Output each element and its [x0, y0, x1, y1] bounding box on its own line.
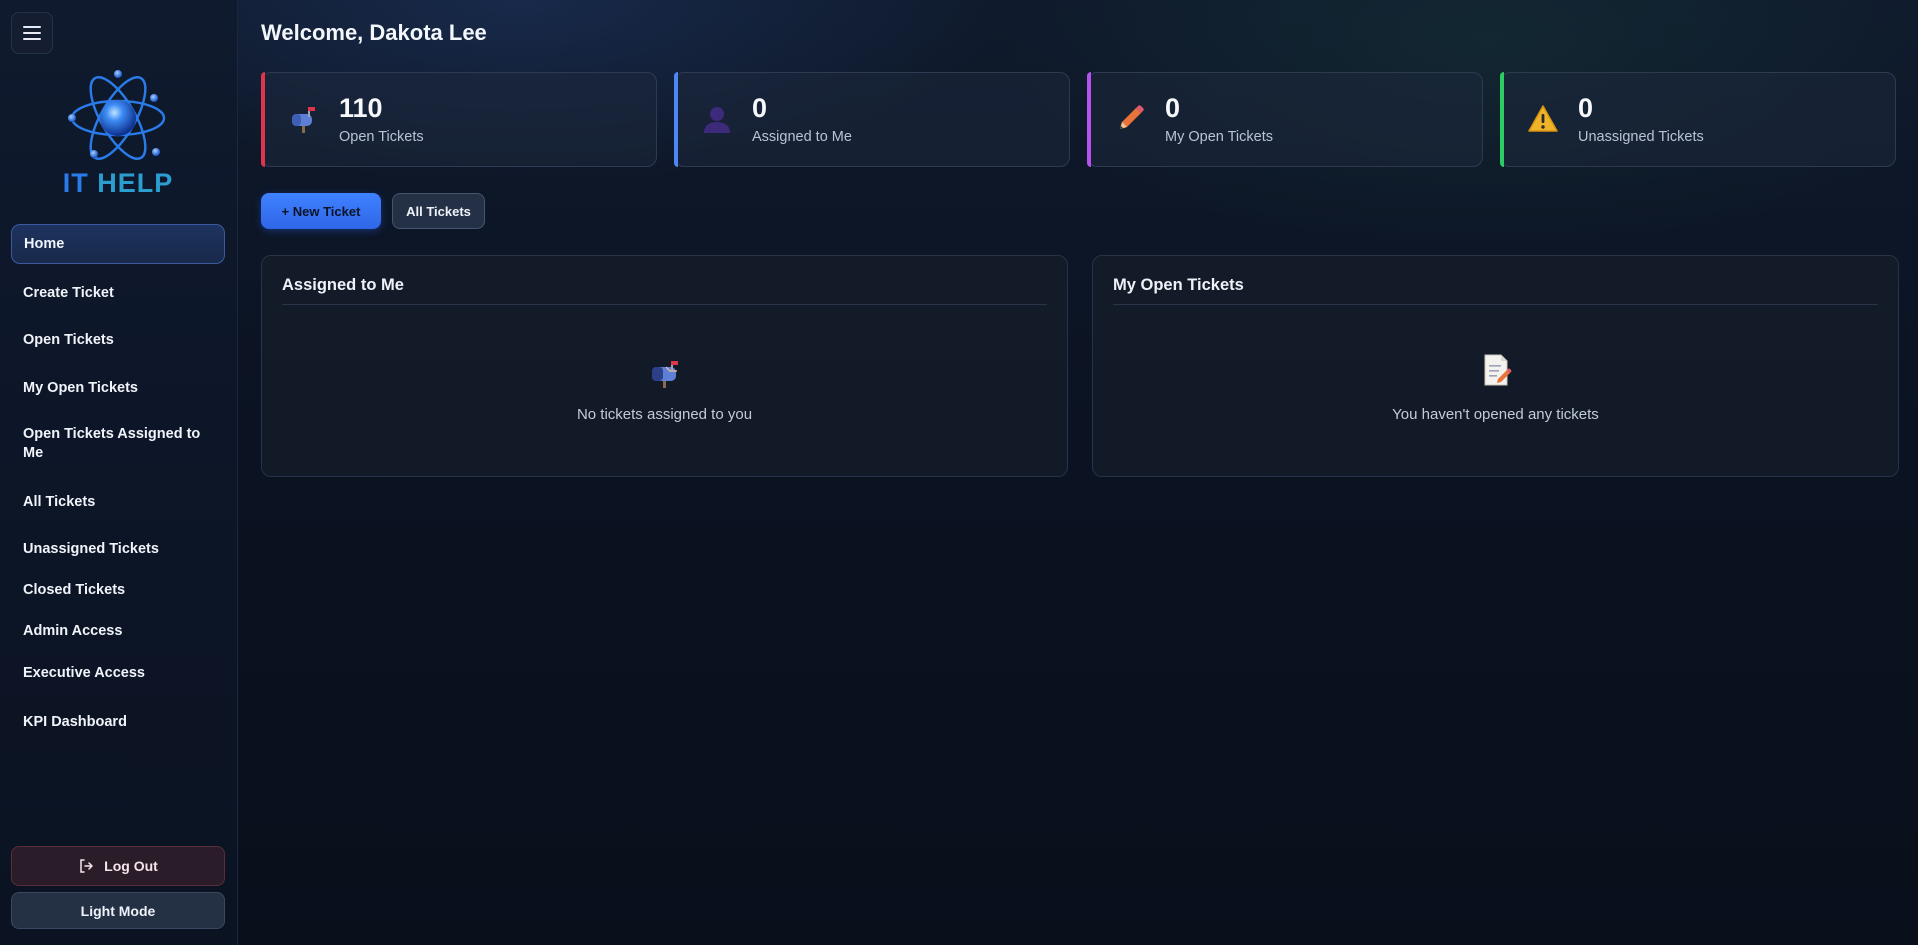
sidebar-item-open-tickets[interactable]: Open Tickets	[11, 320, 225, 360]
person-icon	[701, 103, 733, 135]
main-content: Welcome, Dakota Lee 110 Open Tickets 0 A…	[238, 0, 1918, 945]
assigned-to-me-panel: Assigned to Me No tickets assigned to yo…	[261, 255, 1068, 477]
stat-value: 0	[752, 93, 768, 123]
app: IT HELP Home Create Ticket Open Tickets …	[0, 0, 1918, 945]
stat-accent-bar	[1087, 72, 1091, 167]
logo-text: IT HELP	[58, 168, 178, 199]
hamburger-icon	[23, 26, 41, 40]
stat-card-assigned-to-me[interactable]: 0 Assigned to Me	[674, 72, 1070, 167]
light-mode-label: Light Mode	[80, 902, 156, 919]
app-logo: IT HELP	[58, 68, 178, 200]
sidebar-item-unassigned-tickets[interactable]: Unassigned Tickets	[11, 529, 225, 569]
sidebar-item-my-open-tickets[interactable]: My Open Tickets	[11, 368, 225, 408]
mailbox-icon	[288, 103, 320, 135]
panel-title: Assigned to Me	[282, 276, 1047, 305]
sidebar-item-kpi-dashboard[interactable]: KPI Dashboard	[11, 702, 225, 742]
logout-button[interactable]: Log Out	[11, 846, 225, 886]
stat-card-open-tickets[interactable]: 110 Open Tickets	[261, 72, 657, 167]
warning-icon	[1527, 103, 1559, 135]
empty-state-message: No tickets assigned to you	[576, 406, 753, 423]
stat-label: Open Tickets	[339, 129, 424, 145]
sidebar-item-admin-access[interactable]: Admin Access	[11, 613, 225, 649]
sidebar-item-closed-tickets[interactable]: Closed Tickets	[11, 572, 225, 608]
sidebar-item-create-ticket[interactable]: Create Ticket	[11, 273, 225, 313]
stat-label: My Open Tickets	[1165, 129, 1273, 145]
sidebar-item-executive-access[interactable]: Executive Access	[11, 655, 225, 691]
stat-accent-bar	[261, 72, 265, 167]
atom-icon	[68, 70, 166, 160]
logout-label: Log Out	[104, 858, 158, 874]
page-title: Welcome, Dakota Lee	[261, 20, 487, 45]
my-open-tickets-panel: My Open Tickets You haven't opened any t…	[1092, 255, 1899, 477]
sidebar-item-open-tickets-assigned-to-me[interactable]: Open Tickets Assigned to Me	[11, 420, 225, 468]
panel-title: My Open Tickets	[1113, 276, 1878, 305]
stat-accent-bar	[674, 72, 678, 167]
stat-accent-bar	[1500, 72, 1504, 167]
stat-value: 0	[1578, 93, 1594, 123]
stat-card-my-open-tickets[interactable]: 0 My Open Tickets	[1087, 72, 1483, 167]
stat-label: Unassigned Tickets	[1578, 129, 1704, 145]
stat-value: 0	[1165, 93, 1181, 123]
menu-toggle-button[interactable]	[11, 12, 53, 54]
sidebar-item-all-tickets[interactable]: All Tickets	[11, 482, 225, 522]
sidebar-item-home[interactable]: Home	[11, 224, 225, 264]
stat-label: Assigned to Me	[752, 129, 852, 145]
stat-card-unassigned-tickets[interactable]: 0 Unassigned Tickets	[1500, 72, 1896, 167]
logo-text-help: HELP	[97, 168, 174, 198]
light-mode-button[interactable]: Light Mode	[11, 892, 225, 929]
new-ticket-button[interactable]: + New Ticket	[261, 193, 381, 229]
all-tickets-button[interactable]: All Tickets	[392, 193, 485, 229]
pencil-icon	[1114, 103, 1146, 135]
mailbox-icon	[262, 358, 1067, 390]
memo-icon	[1093, 353, 1898, 386]
empty-state-message: You haven't opened any tickets	[1392, 406, 1599, 423]
logout-icon	[80, 859, 93, 873]
stat-value: 110	[339, 93, 383, 123]
sidebar: IT HELP Home Create Ticket Open Tickets …	[0, 0, 238, 945]
logo-text-it: IT	[62, 168, 89, 198]
